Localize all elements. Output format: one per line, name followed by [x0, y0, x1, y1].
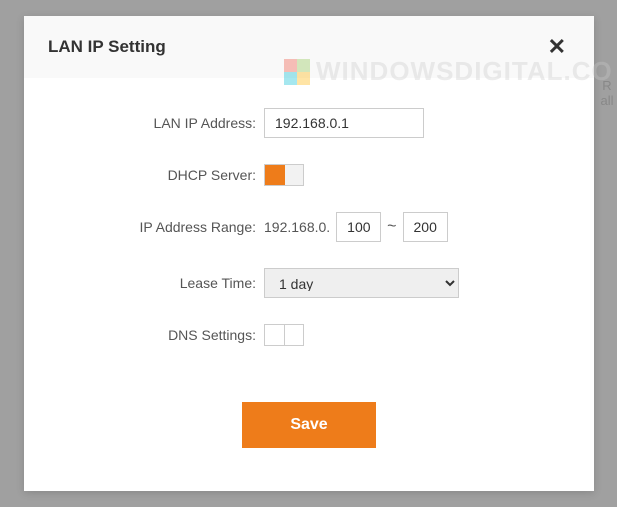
background-fragment: R all: [597, 78, 617, 108]
ip-range-end-input[interactable]: [403, 212, 448, 242]
ip-range-row: IP Address Range: 192.168.0. ~: [64, 212, 554, 242]
ip-range-label: IP Address Range:: [64, 219, 264, 235]
ip-range-prefix: 192.168.0.: [264, 219, 330, 235]
close-icon[interactable]: ✕: [544, 34, 570, 60]
modal-title: LAN IP Setting: [48, 37, 166, 57]
save-row: Save: [64, 372, 554, 448]
ip-range-start-input[interactable]: [336, 212, 381, 242]
lan-ip-input[interactable]: [264, 108, 424, 138]
modal-body: LAN IP Address: DHCP Server: IP Address …: [24, 78, 594, 468]
dns-label: DNS Settings:: [64, 327, 264, 343]
lan-ip-label: LAN IP Address:: [64, 115, 264, 131]
dhcp-toggle[interactable]: [264, 164, 304, 186]
lease-time-label: Lease Time:: [64, 275, 264, 291]
lease-time-row: Lease Time: 1 day: [64, 268, 554, 298]
ip-range-separator: ~: [387, 218, 396, 236]
dns-row: DNS Settings:: [64, 324, 554, 346]
lan-ip-row: LAN IP Address:: [64, 108, 554, 138]
dns-toggle[interactable]: [264, 324, 304, 346]
lan-ip-setting-modal: LAN IP Setting ✕ WINDOWSDIGITAL.CO LAN I…: [24, 16, 594, 491]
save-button[interactable]: Save: [242, 402, 375, 448]
dhcp-label: DHCP Server:: [64, 167, 264, 183]
lease-time-select[interactable]: 1 day: [264, 268, 459, 298]
dhcp-row: DHCP Server:: [64, 164, 554, 186]
modal-header: LAN IP Setting ✕: [24, 16, 594, 78]
